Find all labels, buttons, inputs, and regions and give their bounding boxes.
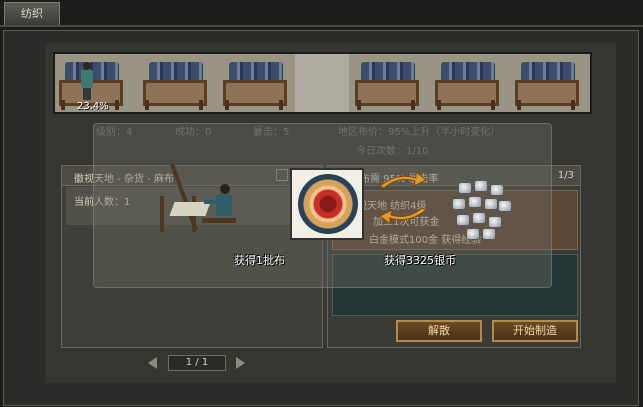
banner-wall	[295, 54, 349, 112]
progress-percent: 23.4%	[77, 101, 109, 112]
disband-button[interactable]: 解散	[396, 320, 482, 342]
page-indicator: 1 / 1	[168, 355, 226, 371]
prev-page-icon[interactable]	[148, 357, 157, 369]
loom-icon	[431, 56, 503, 112]
weaving-banner: 23.4%	[53, 52, 592, 114]
start-production-button[interactable]: 开始制造	[492, 320, 578, 342]
tab-divider	[0, 25, 643, 27]
loom-icon	[351, 56, 423, 112]
loom-icon	[139, 56, 211, 112]
result-silver-label: 获得3325银币	[384, 254, 456, 267]
medal-icon	[290, 168, 364, 240]
weaver-icon	[152, 156, 240, 240]
exchange-arrow-left-icon	[379, 207, 427, 226]
next-page-icon[interactable]	[236, 357, 245, 369]
result-cloth-label: 获得1批布	[234, 254, 285, 267]
loom-icon	[511, 56, 583, 112]
detail-header-count: 1/3	[557, 170, 574, 181]
loom-icon	[219, 56, 291, 112]
weaver-figure-icon	[80, 62, 94, 100]
silver-ingots-icon	[450, 178, 514, 242]
tab-weaving[interactable]: 纺织	[4, 2, 60, 26]
exchange-arrow-right-icon	[379, 170, 427, 189]
pagination: 1 / 1	[148, 355, 248, 371]
